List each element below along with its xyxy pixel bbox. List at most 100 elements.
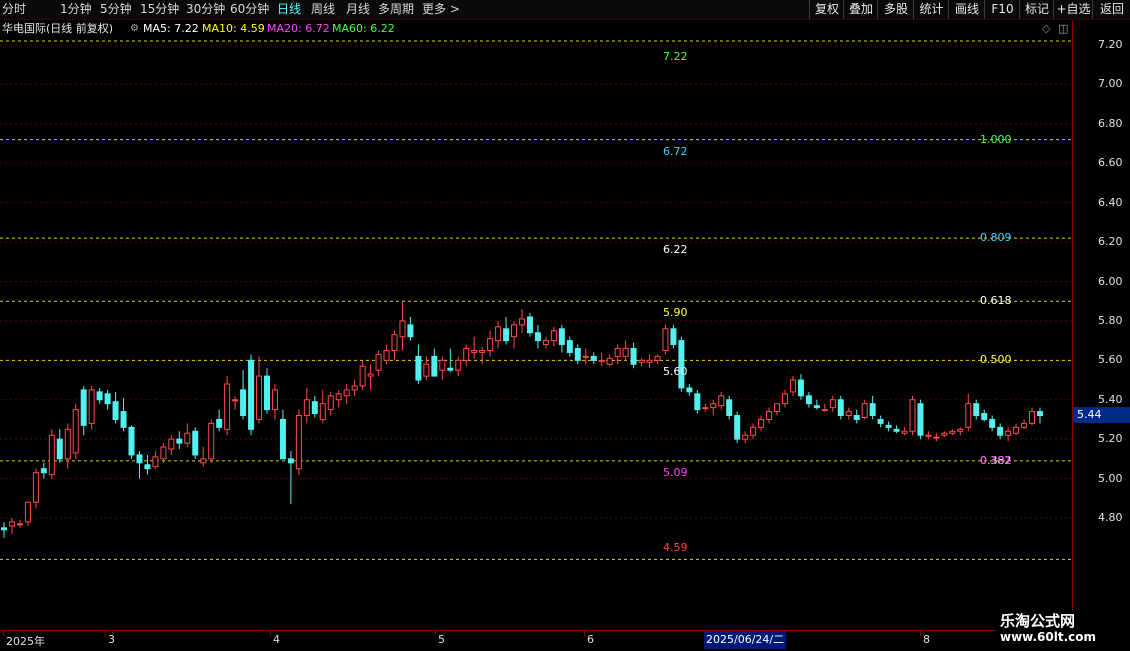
level-price-label: 5.90 xyxy=(663,306,688,320)
x-tick-mark xyxy=(3,631,4,636)
candle-body xyxy=(263,375,270,411)
candle-body xyxy=(1005,430,1012,436)
candle-body xyxy=(654,355,661,361)
candle-body xyxy=(271,389,278,411)
level-price-label: 5.60 xyxy=(663,365,688,379)
candle-body xyxy=(901,430,908,434)
x-tick-label: 2025年 xyxy=(6,635,45,648)
candle-body xyxy=(829,399,836,409)
candle-body xyxy=(582,355,589,358)
candle-body xyxy=(821,409,828,412)
candle-body xyxy=(311,401,318,415)
candle-body xyxy=(256,375,263,420)
candle-body xyxy=(590,355,597,361)
candle-body xyxy=(503,328,510,342)
candle-body xyxy=(359,365,366,387)
candle-body xyxy=(766,411,773,420)
candle-body xyxy=(176,438,183,444)
candle-body xyxy=(805,395,812,405)
candle-body xyxy=(455,359,462,371)
candle-body xyxy=(40,468,47,474)
candle-body xyxy=(702,407,709,410)
candle-body xyxy=(1037,411,1043,417)
candle-body xyxy=(375,353,382,371)
candle-body xyxy=(598,359,605,362)
candle-body xyxy=(64,428,71,460)
y-tick-label: 5.00 xyxy=(1098,471,1123,485)
candle-body xyxy=(511,324,518,338)
candle-body xyxy=(630,348,637,365)
candle-body xyxy=(48,434,55,476)
level-ratio-label: 0.500 xyxy=(980,353,1012,367)
level-price-label: 6.22 xyxy=(663,243,688,257)
candle-body xyxy=(646,359,653,363)
level-ratio-label: 0.191 xyxy=(980,453,1012,467)
candle-body xyxy=(933,436,940,439)
candle-body xyxy=(973,403,980,417)
toolbar-button-8[interactable]: 返回 xyxy=(1092,0,1130,19)
candle-body xyxy=(869,403,876,417)
x-tick-mark xyxy=(270,631,271,636)
candle-body xyxy=(893,428,900,432)
candle-body xyxy=(550,330,557,342)
candle-body xyxy=(622,348,629,357)
candle-body xyxy=(279,418,286,460)
candle-body xyxy=(232,399,239,402)
watermark-title: 乐淘公式网 xyxy=(1000,612,1076,630)
y-tick-label: 5.40 xyxy=(1098,392,1123,406)
candle-body xyxy=(431,355,438,377)
candle-body xyxy=(343,389,350,397)
candle-body xyxy=(909,399,916,432)
candle-body xyxy=(351,385,358,391)
candle-body xyxy=(853,415,860,420)
candle-body xyxy=(861,403,868,418)
candle-body xyxy=(128,426,135,456)
candle-body xyxy=(734,415,741,440)
x-tick-label: 3 xyxy=(108,633,115,646)
y-tick-label: 5.60 xyxy=(1098,353,1123,367)
candle-body xyxy=(447,367,454,371)
candle-body xyxy=(152,456,159,468)
y-tick-label: 7.00 xyxy=(1098,77,1123,91)
candle-body xyxy=(917,403,924,436)
x-tick-mark xyxy=(920,631,921,636)
candle-body xyxy=(957,428,964,432)
candle-body xyxy=(797,379,804,397)
kline-chart[interactable] xyxy=(0,0,1072,630)
candle-body xyxy=(774,403,781,413)
candle-body xyxy=(742,434,749,440)
candle-body xyxy=(184,432,191,444)
candle-body xyxy=(16,523,23,526)
candle-body xyxy=(463,348,470,361)
level-ratio-label: 0.809 xyxy=(980,231,1012,245)
candle-body xyxy=(495,326,502,342)
candle-body xyxy=(335,393,342,401)
candle-body xyxy=(526,316,533,334)
candle-body xyxy=(367,373,374,377)
candle-body xyxy=(391,334,398,351)
y-tick-label: 6.80 xyxy=(1098,116,1123,130)
candle-body xyxy=(789,379,796,393)
level-price-label: 7.22 xyxy=(663,50,688,64)
candle-body xyxy=(885,424,892,428)
x-tick-label: 4 xyxy=(273,633,280,646)
candle-body xyxy=(407,324,414,338)
candle-body xyxy=(726,399,733,417)
candle-body xyxy=(638,359,645,363)
candle-body xyxy=(558,328,565,346)
level-ratio-label: 1.000 xyxy=(980,132,1012,146)
candle-body xyxy=(112,401,119,420)
candle-body xyxy=(479,349,486,353)
candle-body xyxy=(248,359,255,430)
candle-body xyxy=(303,399,310,417)
y-tick-label: 6.60 xyxy=(1098,156,1123,170)
candle-body xyxy=(487,338,494,351)
candle-body xyxy=(949,430,956,434)
candle-body xyxy=(200,458,207,464)
level-ratio-label: 0.618 xyxy=(980,294,1012,308)
candle-body xyxy=(8,521,15,527)
candle-body xyxy=(566,340,573,353)
candle-body xyxy=(80,389,87,426)
candle-body xyxy=(240,389,247,417)
date-axis: 2025年 3 4 5 6 2025/06/24/二 8 xyxy=(0,630,1072,651)
